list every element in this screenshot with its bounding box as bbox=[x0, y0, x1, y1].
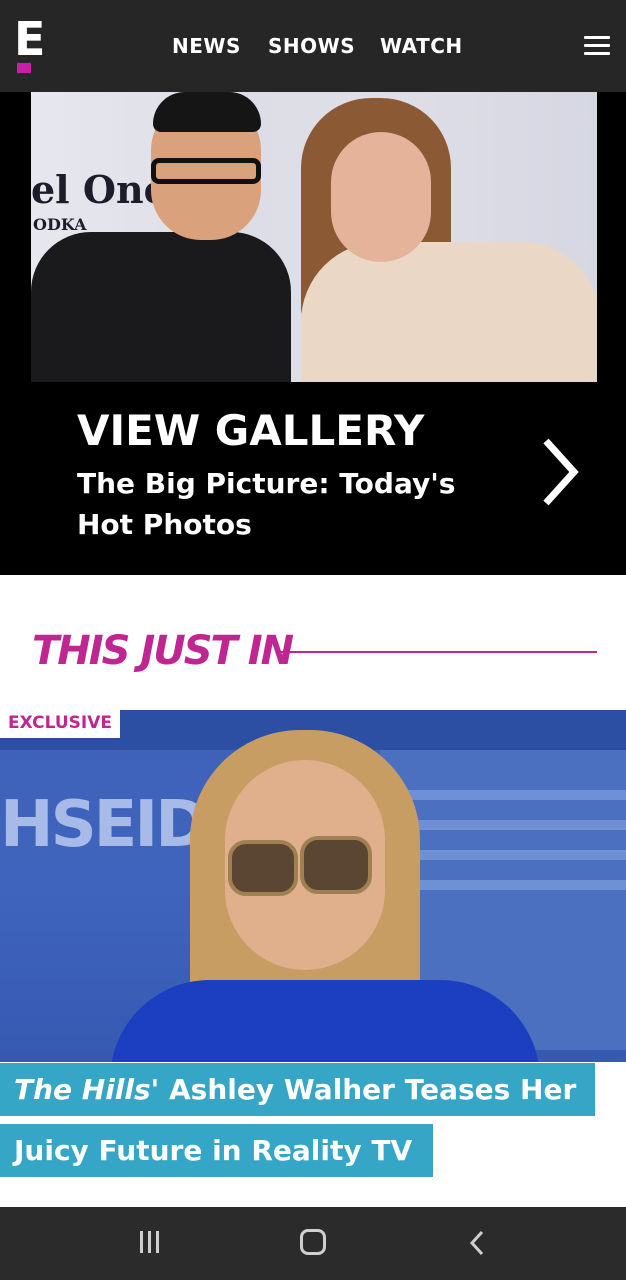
headline-text-1: ' Ashley Walher Teases Her bbox=[150, 1073, 577, 1106]
nav-news[interactable]: NEWS bbox=[172, 32, 241, 60]
system-nav-bar bbox=[0, 1207, 626, 1280]
nav-shows[interactable]: SHOWS bbox=[268, 32, 355, 60]
photo-brand-text: el One bbox=[31, 167, 168, 212]
photo-brand-text-2: ODKA bbox=[33, 215, 87, 234]
nav-watch[interactable]: WATCH bbox=[380, 32, 463, 60]
section-divider bbox=[277, 651, 597, 653]
gallery-photo: el One ODKA bbox=[31, 92, 597, 382]
home-icon[interactable] bbox=[300, 1229, 326, 1255]
top-header: E NEWS SHOWS WATCH bbox=[0, 0, 626, 92]
main-nav: NEWS SHOWS WATCH bbox=[0, 32, 626, 60]
section-title: THIS JUST IN bbox=[32, 628, 294, 674]
article-headline-line-2[interactable]: Juicy Future in Reality TV bbox=[0, 1124, 433, 1177]
headline-text-2: Juicy Future in Reality TV bbox=[14, 1134, 413, 1167]
gallery-card[interactable]: el One ODKA VIEW GALLERY The Big Picture… bbox=[0, 92, 626, 575]
exclusive-badge: EXCLUSIVE bbox=[0, 708, 120, 738]
back-icon[interactable] bbox=[466, 1228, 488, 1258]
gallery-title: VIEW GALLERY bbox=[77, 406, 425, 455]
article-photo[interactable]: HSEIDO bbox=[0, 710, 626, 1062]
recent-apps-icon[interactable] bbox=[140, 1231, 164, 1255]
logo-dot bbox=[17, 63, 31, 73]
chevron-right-icon[interactable] bbox=[540, 437, 580, 507]
article-headline-line-1[interactable]: The Hills' Ashley Walher Teases Her bbox=[0, 1063, 595, 1116]
headline-show-name: The Hills bbox=[14, 1073, 151, 1106]
hamburger-menu-icon[interactable] bbox=[584, 36, 610, 56]
gallery-subtitle: The Big Picture: Today's Hot Photos bbox=[77, 467, 456, 541]
